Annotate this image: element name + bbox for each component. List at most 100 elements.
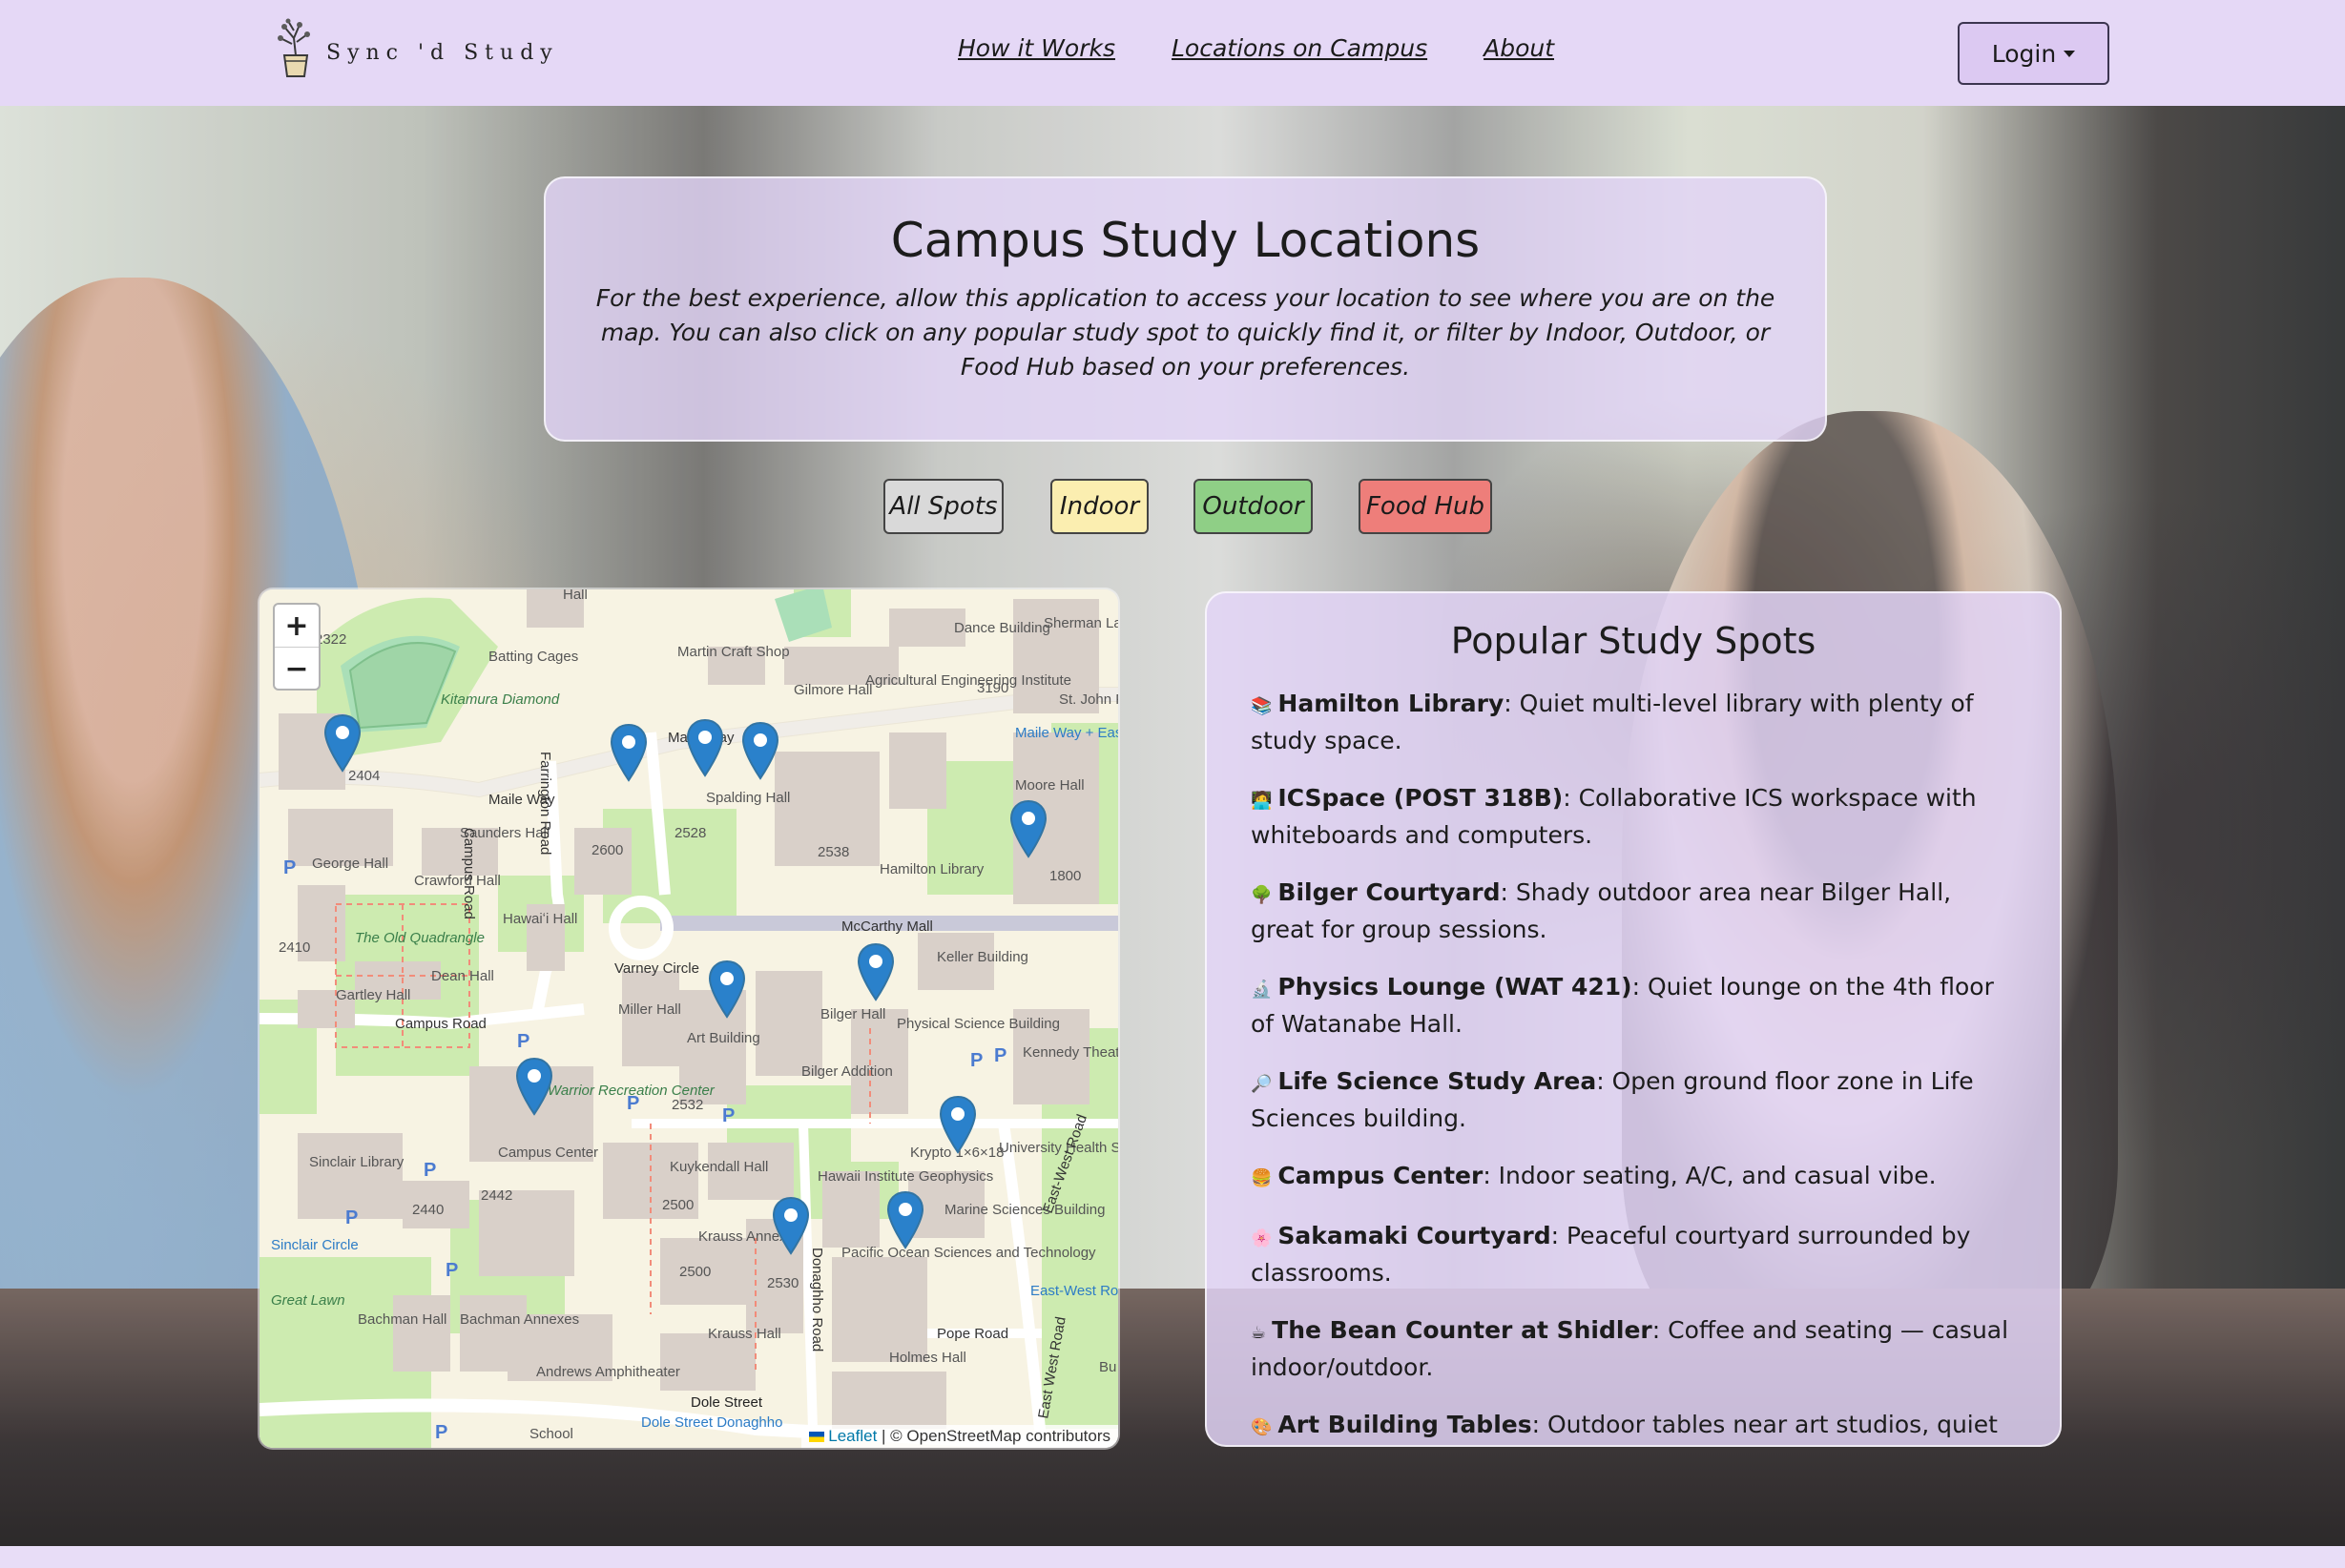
svg-text:Pacific Ocean Sciences and Tec: Pacific Ocean Sciences and Technology	[841, 1245, 1096, 1261]
spot-sakamaki-courtyard[interactable]: 🌸 Sakamaki Courtyard: Peaceful courtyard …	[1251, 1219, 2016, 1290]
map-marker-icon[interactable]	[515, 1057, 553, 1116]
intro-description: For the best experience, allow this appl…	[595, 284, 1775, 381]
svg-text:University Health Services: University Health Services	[999, 1140, 1118, 1156]
map-marker-icon[interactable]	[323, 713, 362, 773]
svg-text:2532: 2532	[672, 1097, 703, 1113]
svg-text:Bu: Bu	[1099, 1359, 1116, 1375]
map-marker-icon[interactable]	[610, 723, 648, 782]
svg-text:Varney Circle: Varney Circle	[614, 960, 699, 977]
brand-logo[interactable]: Sync 'd Study	[271, 15, 559, 82]
spot-bean-counter[interactable]: ☕ The Bean Counter at Shidler: Coffee and…	[1251, 1313, 2016, 1385]
svg-text:Art Building: Art Building	[687, 1030, 760, 1046]
popular-spots-panel: Popular Study Spots 📚 Hamilton Library: Q…	[1205, 591, 2062, 1447]
map-marker-icon[interactable]	[708, 959, 746, 1019]
svg-text:McCarthy Mall: McCarthy Mall	[841, 918, 933, 935]
spot-art-building-tables[interactable]: 🎨 Art Building Tables: Outdoor tables nea…	[1251, 1408, 2016, 1445]
brand-name: Sync 'd Study	[326, 40, 559, 65]
svg-text:Crawford Hall: Crawford Hall	[414, 873, 501, 889]
svg-text:Physical Science Building: Physical Science Building	[897, 1016, 1060, 1032]
navbar: Sync 'd Study How it Works Locations on …	[0, 0, 2345, 106]
spot-physics-lounge[interactable]: 🔬 Physics Lounge (WAT 421): Quiet lounge …	[1251, 970, 2016, 1042]
svg-text:Gartley Hall: Gartley Hall	[336, 987, 410, 1003]
technologist-icon: 🧑‍💻	[1251, 791, 1273, 811]
svg-text:2500: 2500	[662, 1197, 694, 1213]
login-dropdown-button[interactable]: Login	[1958, 22, 2109, 85]
spot-icspace[interactable]: 🧑‍💻 ICSpace (POST 318B): Collaborative IC…	[1251, 781, 2016, 853]
palette-icon: 🎨	[1251, 1417, 1273, 1437]
svg-text:Kuykendall Hall: Kuykendall Hall	[670, 1159, 768, 1175]
tree-icon: 🌳	[1251, 885, 1273, 905]
svg-text:2528: 2528	[674, 825, 706, 841]
svg-text:Great Lawn: Great Lawn	[271, 1292, 345, 1309]
caret-down-icon	[2064, 50, 2076, 57]
svg-text:3190: 3190	[977, 680, 1008, 696]
map-marker-icon[interactable]	[686, 718, 724, 777]
svg-text:P: P	[517, 1031, 529, 1052]
svg-text:Krauss Hall: Krauss Hall	[708, 1326, 781, 1342]
svg-text:P: P	[345, 1207, 358, 1228]
filter-food-hub-button[interactable]: Food Hub	[1359, 479, 1492, 534]
leaflet-link[interactable]: Leaflet	[828, 1427, 877, 1445]
plant-logo-icon	[278, 18, 310, 77]
svg-text:Spalding Hall: Spalding Hall	[706, 790, 790, 806]
svg-text:P: P	[424, 1160, 436, 1181]
map-marker-icon[interactable]	[857, 942, 895, 1001]
osm-attribution: | © OpenStreetMap contributors	[882, 1427, 1110, 1445]
nav-how-it-works[interactable]: How it Works	[958, 34, 1115, 62]
filter-indoor-button[interactable]: Indoor	[1050, 479, 1149, 534]
svg-text:Sherman Laboratory: Sherman Laboratory	[1044, 615, 1118, 631]
svg-text:Bachman Annexes: Bachman Annexes	[460, 1311, 579, 1328]
login-label: Login	[1991, 39, 2057, 68]
nav-locations-on-campus[interactable]: Locations on Campus	[1172, 34, 1427, 62]
books-icon: 📚	[1251, 696, 1273, 716]
svg-text:P: P	[435, 1422, 447, 1443]
magnifier-icon: 🔎	[1251, 1074, 1273, 1094]
svg-text:Marine Sciences Building: Marine Sciences Building	[944, 1202, 1105, 1218]
svg-text:Kitamura Diamond: Kitamura Diamond	[441, 691, 560, 708]
spot-hamilton-library[interactable]: 📚 Hamilton Library: Quiet multi-level lib…	[1251, 687, 2016, 758]
page-title: Campus Study Locations	[890, 213, 1481, 268]
popular-spots-title: Popular Study Spots	[1450, 620, 1816, 662]
svg-text:2440: 2440	[412, 1202, 444, 1218]
coffee-icon: ☕	[1251, 1323, 1267, 1343]
zoom-out-button[interactable]: −	[275, 648, 319, 689]
filter-label: All Spots	[889, 492, 998, 521]
map-marker-icon[interactable]	[886, 1190, 924, 1249]
svg-text:St. John Plant Science Lab: St. John Plant Science Lab	[1059, 691, 1118, 708]
spot-campus-center[interactable]: 🍔 Campus Center: Indoor seating, A/C, and…	[1251, 1159, 2016, 1196]
svg-text:2538: 2538	[818, 844, 849, 860]
filter-outdoor-button[interactable]: Outdoor	[1193, 479, 1313, 534]
svg-text:Maile Way + East-West Road: Maile Way + East-West Road	[1015, 725, 1118, 741]
svg-text:P: P	[970, 1050, 983, 1071]
svg-text:2530: 2530	[767, 1275, 799, 1291]
svg-text:Hall: Hall	[563, 589, 588, 603]
svg-text:Andrews Amphitheater: Andrews Amphitheater	[536, 1364, 680, 1380]
svg-text:Campus Road: Campus Road	[461, 828, 477, 919]
map-marker-icon[interactable]	[741, 721, 779, 780]
spot-bilger-courtyard[interactable]: 🌳 Bilger Courtyard: Shady outdoor area ne…	[1251, 876, 2016, 947]
map-marker-icon[interactable]	[1009, 799, 1048, 858]
svg-text:Kennedy Theatre: Kennedy Theatre	[1023, 1044, 1118, 1061]
map-marker-icon[interactable]	[939, 1095, 977, 1154]
svg-text:2442: 2442	[481, 1187, 512, 1204]
spot-life-science-study-area[interactable]: 🔎 Life Science Study Area: Open ground fl…	[1251, 1064, 2016, 1136]
map-marker-icon[interactable]	[772, 1196, 810, 1255]
microscope-icon: 🔬	[1251, 980, 1273, 1000]
burger-icon: 🍔	[1251, 1168, 1273, 1188]
filter-all-spots-button[interactable]: All Spots	[883, 479, 1004, 534]
zoom-in-button[interactable]: +	[275, 605, 319, 648]
svg-text:East-West Road + Dole Street: East-West Road + Dole Street	[1030, 1283, 1118, 1299]
svg-text:2500: 2500	[679, 1264, 711, 1280]
svg-text:Dean Hall: Dean Hall	[431, 968, 494, 984]
nav-about[interactable]: About	[1484, 34, 1554, 62]
svg-text:Bilger Hall: Bilger Hall	[820, 1006, 885, 1022]
svg-text:Moore Hall: Moore Hall	[1015, 777, 1085, 794]
svg-text:Farrington Road: Farrington Road	[537, 752, 553, 855]
nav-links: How it Works Locations on Campus About	[958, 34, 1610, 62]
svg-text:Miller Hall: Miller Hall	[618, 1001, 681, 1018]
svg-text:Dole Street: Dole Street	[691, 1394, 763, 1411]
svg-text:Gilmore Hall: Gilmore Hall	[794, 682, 873, 698]
svg-text:P: P	[627, 1093, 639, 1114]
svg-text:Campus Center: Campus Center	[498, 1145, 598, 1161]
campus-map[interactable]: Hall Batting Cages Kitamura Diamond Mart…	[259, 589, 1118, 1448]
